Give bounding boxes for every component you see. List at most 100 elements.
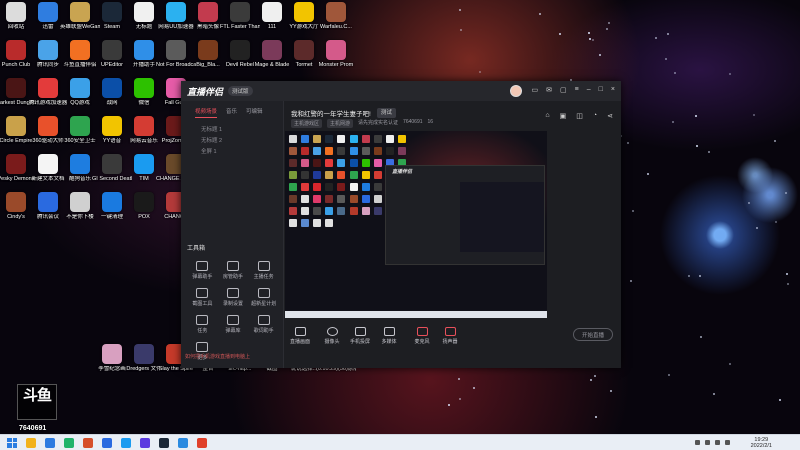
tool-button[interactable]: 截图工具 bbox=[187, 288, 218, 307]
star bbox=[592, 38, 595, 41]
button-label: 手机投屏 bbox=[349, 339, 370, 345]
star bbox=[631, 209, 634, 212]
desktop-icon[interactable]: Monster Prom bbox=[316, 40, 356, 68]
taskbar-app-icon[interactable] bbox=[64, 437, 74, 448]
tab-music[interactable]: 音乐 bbox=[226, 107, 237, 118]
app-icon bbox=[262, 2, 282, 22]
tool-button[interactable]: 录制设置 bbox=[218, 288, 249, 307]
preview-icon bbox=[385, 147, 394, 155]
preview-icon bbox=[373, 195, 382, 203]
version-badge[interactable]: 测试版 bbox=[228, 86, 253, 96]
microphone-button[interactable]: 麦克风 bbox=[407, 327, 437, 345]
fans-count: 16 bbox=[427, 119, 434, 125]
scene-item[interactable]: 无标题 1 bbox=[181, 122, 283, 133]
menu-icon[interactable]: ≡ bbox=[575, 86, 579, 94]
taskbar-app-icon[interactable] bbox=[121, 437, 131, 448]
tray-icon[interactable] bbox=[725, 440, 730, 445]
windows-start-icon[interactable] bbox=[7, 437, 17, 448]
phone-cast-button[interactable]: 手机投屏 bbox=[345, 327, 375, 345]
taskbar-app-icon[interactable] bbox=[140, 437, 150, 448]
star bbox=[786, 283, 789, 286]
help-notice[interactable]: 如何把手机游戏直播到电脑上 bbox=[185, 353, 250, 360]
screen-capture-button[interactable]: 直播画面 bbox=[285, 327, 315, 345]
taskbar-app-icon[interactable] bbox=[26, 437, 36, 448]
preview-icon bbox=[301, 147, 310, 155]
preview-icon bbox=[325, 159, 334, 167]
gift-icon[interactable]: ⌂ bbox=[545, 112, 549, 120]
tab-editable[interactable]: 可编辑 bbox=[246, 107, 263, 118]
preview-icon bbox=[349, 135, 358, 143]
preview-icon bbox=[385, 135, 394, 143]
category-chip[interactable]: 主机游戏区 bbox=[291, 119, 323, 128]
taskbar-app-icon[interactable] bbox=[45, 437, 55, 448]
taskbar-app-icon[interactable] bbox=[178, 437, 188, 448]
tool-button[interactable]: 任务 bbox=[187, 315, 218, 334]
taskbar-app-icon[interactable] bbox=[159, 437, 169, 448]
desktop-icon[interactable]: Warfaleu.C... bbox=[316, 2, 356, 30]
scene-item[interactable]: 全屏 1 bbox=[181, 144, 283, 155]
category-chip[interactable]: 主机网游 bbox=[327, 119, 354, 128]
share-icon[interactable]: ⋖ bbox=[607, 112, 613, 120]
app-icon bbox=[134, 344, 154, 364]
app-icon bbox=[38, 40, 58, 60]
live-preview[interactable]: 直播伴侣 bbox=[285, 131, 547, 318]
app-brand: 直播伴侣 bbox=[187, 86, 224, 97]
tool-label: 弹幕助手 bbox=[192, 274, 213, 280]
toolbox-title: 工具箱 bbox=[187, 246, 206, 252]
bag-icon[interactable]: ◫ bbox=[576, 112, 583, 120]
star bbox=[598, 53, 601, 56]
room-title[interactable]: 我和红警的一年学生妻子吧! bbox=[291, 108, 371, 118]
taskbar-app-icon[interactable] bbox=[102, 437, 112, 448]
media-button[interactable]: 多媒体 bbox=[374, 327, 404, 345]
preview-icon bbox=[289, 135, 297, 143]
tool-button[interactable]: 超新星计划 bbox=[248, 288, 279, 307]
taskbar-app-icon[interactable] bbox=[83, 437, 93, 448]
star bbox=[594, 375, 597, 378]
preview-icon bbox=[325, 171, 334, 179]
star bbox=[756, 227, 759, 230]
camera-button[interactable]: 摄像头 bbox=[317, 327, 347, 345]
auth-notice[interactable]: 请先完成实名认证 bbox=[358, 119, 398, 128]
app-icon bbox=[102, 192, 122, 212]
tool-button[interactable]: 主播任务 bbox=[248, 261, 279, 280]
bell-icon[interactable]: ◔ bbox=[593, 112, 597, 120]
tool-icon bbox=[196, 315, 209, 325]
preview-icon bbox=[325, 183, 334, 191]
tray-icon[interactable] bbox=[695, 440, 700, 445]
toolbox-grid: 弹幕助手 房管助手 主播任务 截图工具 录制设置 超新星计划 任务 弹幕库 歌词助手 更多 bbox=[187, 261, 279, 361]
preview-icon bbox=[313, 159, 322, 167]
avatar[interactable] bbox=[510, 85, 522, 97]
preview-icon bbox=[337, 147, 346, 155]
taskbar-app-icon[interactable] bbox=[197, 437, 207, 448]
chat-icon[interactable]: ▢ bbox=[560, 86, 567, 94]
preview-icon bbox=[301, 171, 310, 179]
tool-button[interactable]: 弹幕助手 bbox=[187, 261, 218, 280]
room-tag[interactable]: 测试 bbox=[376, 108, 396, 118]
star bbox=[667, 373, 670, 376]
minimize-icon[interactable]: – bbox=[587, 86, 591, 94]
phone-icon bbox=[354, 327, 366, 336]
tab-video-scene[interactable]: 视频场景 bbox=[195, 107, 218, 118]
speaker-button[interactable]: 扬声器 bbox=[435, 327, 465, 345]
start-live-button[interactable]: 开始直播 bbox=[573, 328, 613, 341]
app-icon bbox=[294, 40, 314, 60]
tool-icon bbox=[196, 261, 209, 271]
tray-icon[interactable] bbox=[715, 440, 720, 445]
mail-icon[interactable]: ✉ bbox=[546, 86, 552, 94]
preview-icon bbox=[289, 219, 297, 227]
tool-button[interactable]: 弹幕库 bbox=[218, 315, 249, 334]
scene-item[interactable]: 无标题 2 bbox=[181, 133, 283, 144]
screen-icon[interactable]: ▭ bbox=[532, 86, 539, 94]
tray-icon[interactable] bbox=[705, 440, 710, 445]
preview-icon bbox=[301, 207, 310, 215]
clock[interactable]: 19:29 2022/2/1 bbox=[751, 437, 772, 449]
tool-button[interactable]: 歌词助手 bbox=[248, 315, 279, 334]
star bbox=[588, 32, 591, 35]
tool-button[interactable]: 房管助手 bbox=[218, 261, 249, 280]
play-icon bbox=[383, 327, 395, 336]
close-icon[interactable]: × bbox=[611, 86, 615, 94]
lock-icon[interactable]: ▣ bbox=[560, 112, 567, 120]
maximize-icon[interactable]: □ bbox=[599, 86, 603, 94]
preview-icon bbox=[349, 171, 358, 179]
window-controls: ▭ ✉ ▢ ≡ – □ × bbox=[532, 86, 615, 94]
